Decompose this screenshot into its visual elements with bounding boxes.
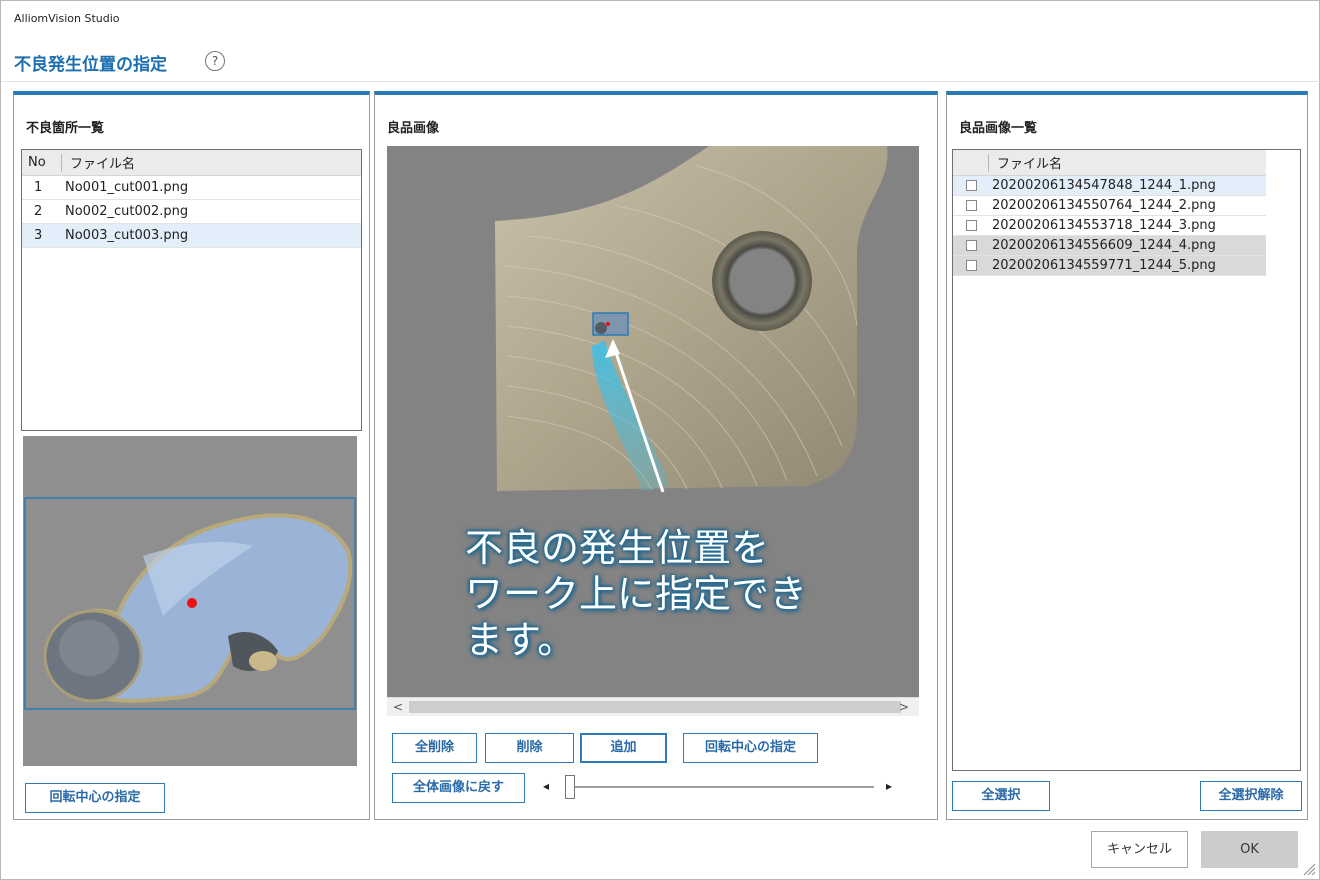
row-filename: 20200206134553718_1244_3.png — [992, 218, 1216, 233]
defect-preview-image[interactable] — [23, 436, 357, 766]
zoom-slider-track[interactable] — [574, 786, 874, 788]
row-checkbox[interactable] — [966, 260, 977, 271]
column-header-filename[interactable]: ファイル名 — [989, 153, 1062, 172]
cancel-button[interactable]: キャンセル — [1091, 831, 1188, 868]
app-title: AlliomVision Studio — [14, 12, 120, 25]
table-row[interactable]: 1 No001_cut001.png — [22, 176, 361, 200]
row-checkbox[interactable] — [966, 220, 977, 231]
row-filename: No002_cut002.png — [65, 204, 189, 219]
column-header-check[interactable] — [953, 153, 989, 172]
list-item[interactable]: 20200206134556609_1244_4.png — [953, 236, 1266, 256]
zoom-in-icon[interactable]: ▸ — [881, 777, 897, 795]
dialog-window: AlliomVision Studio 不良発生位置の指定 ? 不良箇所一覧 N… — [0, 0, 1320, 880]
annotation-line: ワーク上に指定でき — [465, 572, 808, 616]
row-filename: 20200206134550764_1244_2.png — [992, 198, 1216, 213]
table-row[interactable]: 2 No002_cut002.png — [22, 200, 361, 224]
scroll-thumb[interactable] — [409, 701, 901, 713]
table-row-selected[interactable]: 3 No003_cut003.png — [22, 224, 361, 248]
add-button[interactable]: 追加 — [580, 733, 667, 763]
delete-all-button[interactable]: 全削除 — [392, 733, 477, 763]
row-filename: 20200206134556609_1244_4.png — [992, 238, 1216, 253]
defect-list-title: 不良箇所一覧 — [26, 121, 105, 136]
list-header: No ファイル名 — [22, 150, 361, 176]
list-header: ファイル名 — [953, 150, 1266, 176]
delete-button[interactable]: 削除 — [485, 733, 574, 763]
list-item[interactable]: 20200206134559771_1244_5.png — [953, 256, 1266, 276]
good-image-title: 良品画像 — [387, 121, 440, 136]
back-to-full-image-button[interactable]: 全体画像に戻す — [392, 773, 525, 803]
row-checkbox[interactable] — [966, 180, 977, 191]
rotation-center-button-center[interactable]: 回転中心の指定 — [683, 733, 818, 763]
resize-grip-icon[interactable] — [1302, 862, 1316, 876]
zoom-slider-thumb[interactable] — [565, 775, 575, 799]
deselect-all-button[interactable]: 全選択解除 — [1200, 781, 1302, 811]
row-checkbox[interactable] — [966, 200, 977, 211]
ok-button[interactable]: OK — [1201, 831, 1298, 868]
row-filename: 20200206134547848_1244_1.png — [992, 178, 1216, 193]
header-divider — [1, 81, 1320, 82]
good-image-panel: 良品画像 < > 全削除 削除 追加 回転中心の指定 全体画像に戻す — [374, 91, 938, 820]
row-no: 1 — [34, 180, 43, 195]
rotation-center-button[interactable]: 回転中心の指定 — [25, 783, 165, 813]
dialog-title: 不良発生位置の指定 — [14, 55, 167, 75]
defect-list-panel: 不良箇所一覧 No ファイル名 1 No001_cut001.png 2 No0… — [13, 91, 370, 820]
list-item[interactable]: 20200206134547848_1244_1.png — [953, 176, 1266, 196]
good-image-list-panel: 良品画像一覧 ファイル名 20200206134547848_1244_1.pn… — [946, 91, 1308, 820]
list-item[interactable]: 20200206134550764_1244_2.png — [953, 196, 1266, 216]
good-image-file-list[interactable]: ファイル名 20200206134547848_1244_1.png 20200… — [952, 149, 1301, 771]
row-filename: 20200206134559771_1244_5.png — [992, 258, 1216, 273]
select-all-button[interactable]: 全選択 — [952, 781, 1050, 811]
scroll-left-icon[interactable]: < — [393, 698, 403, 716]
row-no: 3 — [34, 228, 43, 243]
defect-file-list[interactable]: No ファイル名 1 No001_cut001.png 2 No002_cut0… — [21, 149, 362, 431]
annotation-line: 不良の発生位置を — [465, 526, 770, 570]
annotation-callout: 不良の発生位置を ワーク上に指定でき ます。 — [465, 525, 807, 663]
scroll-right-icon[interactable]: > — [899, 698, 909, 716]
annotation-line: ます。 — [465, 618, 576, 662]
row-filename: No003_cut003.png — [65, 228, 189, 243]
horizontal-scrollbar[interactable]: < > — [387, 697, 919, 716]
good-image-list-title: 良品画像一覧 — [959, 121, 1038, 136]
list-item[interactable]: 20200206134553718_1244_3.png — [953, 216, 1266, 236]
zoom-out-icon[interactable]: ◂ — [538, 777, 554, 795]
help-icon[interactable]: ? — [205, 51, 225, 71]
row-checkbox[interactable] — [966, 240, 977, 251]
row-filename: No001_cut001.png — [65, 180, 189, 195]
column-header-no[interactable]: No — [22, 153, 62, 172]
row-no: 2 — [34, 204, 43, 219]
column-header-filename[interactable]: ファイル名 — [62, 153, 135, 172]
